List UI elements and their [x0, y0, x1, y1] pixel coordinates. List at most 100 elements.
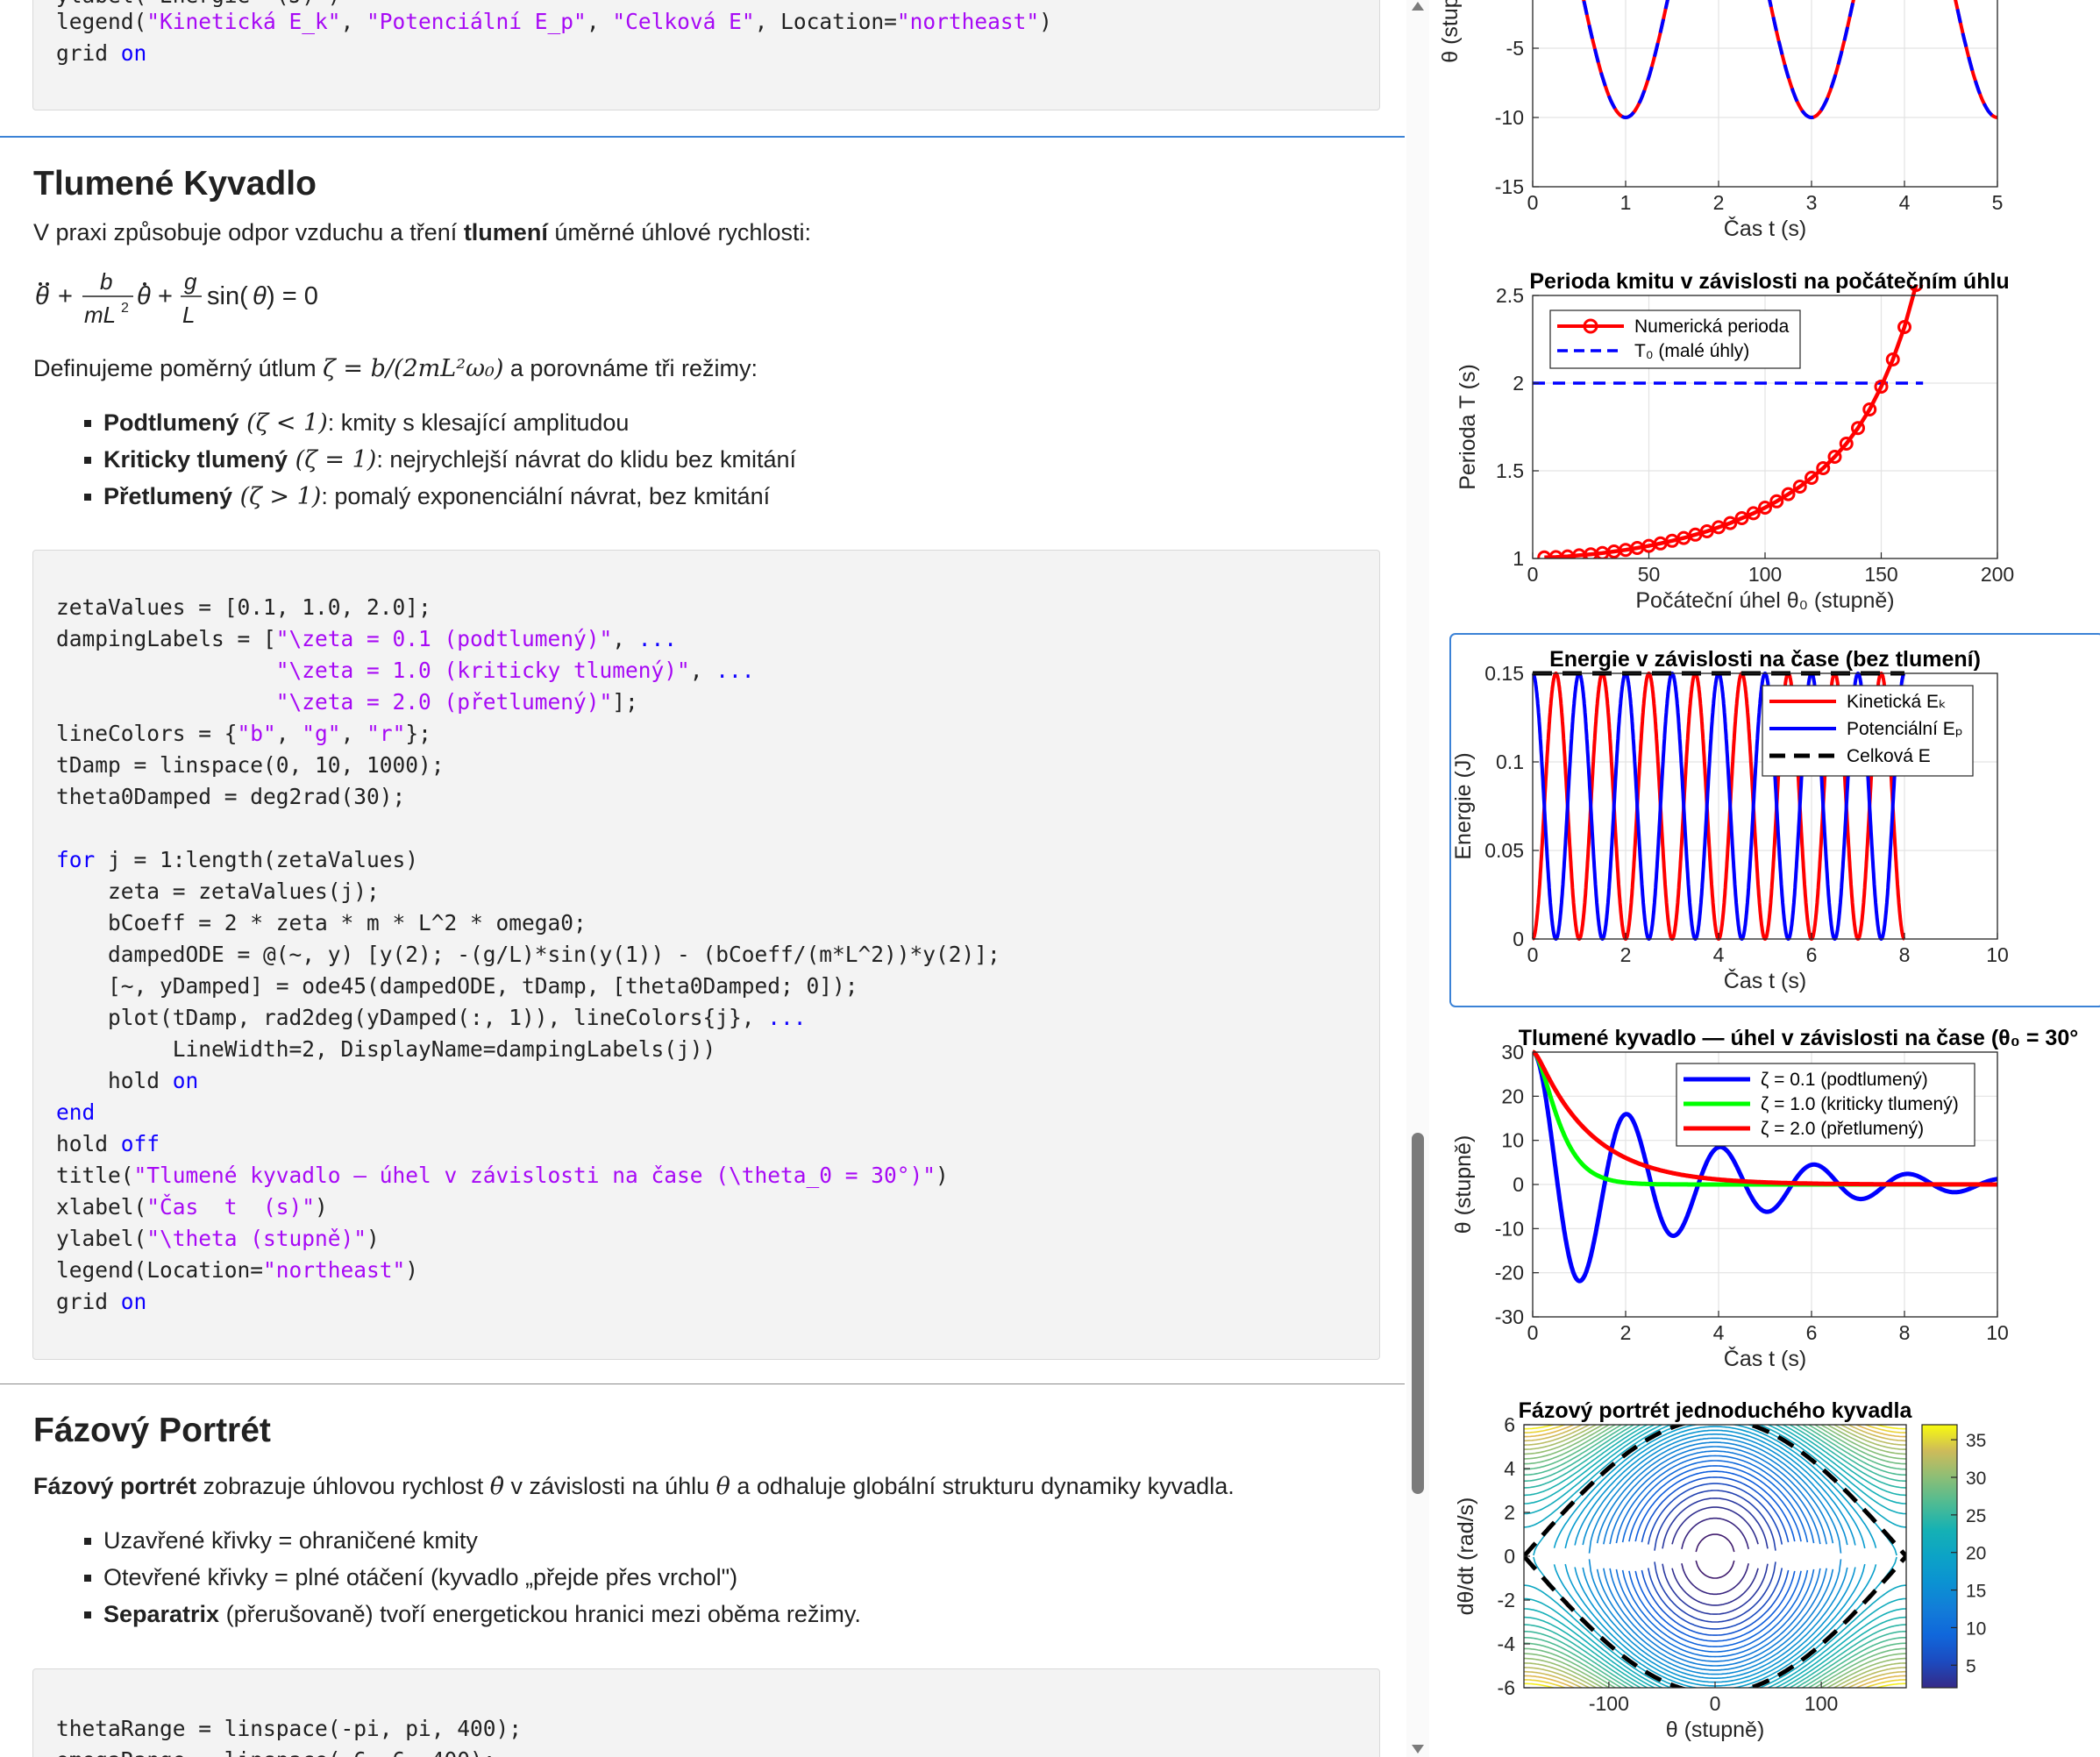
scroll-up-arrow-icon	[1412, 2, 1424, 11]
legend-label: ζ = 2.0 (přetlumený)	[1761, 1119, 1924, 1139]
code-line: plot(tDamp, rad2deg(yDamped(:, 1)), line…	[56, 1005, 807, 1030]
code-string: "northeast"	[263, 1257, 406, 1283]
code-line: bCoeff = 2 * zeta * m * L^2 * omega0;	[56, 910, 587, 935]
legend-label: Numerická perioda	[1634, 317, 1790, 337]
definition-text: Definujeme poměrný útlum	[33, 355, 324, 381]
bullet-overdamped: Přetlumený (ζ > 1): pomalý exponenciální…	[83, 483, 770, 510]
x-tick-label: 8	[1899, 1321, 1911, 1344]
code-line: tDamp = linspace(0, 10, 1000);	[56, 752, 445, 778]
y-tick-label: -20	[1495, 1262, 1524, 1284]
y-tick-label: -5	[1506, 37, 1524, 60]
code-block-energy[interactable]: ylabel("Energie (J)") legend("Kinetická …	[32, 0, 1380, 110]
code-keyword: end	[56, 1099, 96, 1125]
x-tick-label: 2	[1620, 943, 1632, 966]
code-text: )	[1039, 9, 1052, 34]
bullet-bold: Separatrix	[103, 1601, 220, 1627]
svg-text:mL: mL	[84, 302, 116, 328]
x-tick-label: 10	[1986, 1321, 2009, 1344]
intro-text: zobrazuje úhlovou rychlost	[196, 1473, 490, 1499]
plot-area	[1533, 0, 1997, 187]
code-line: hold on	[56, 1068, 199, 1093]
damping-definition: Definujeme poměrný útlum ζ = b/(2mL²ω₀) …	[33, 355, 758, 382]
code-text: grid	[56, 40, 121, 66]
code-keyword: ...	[637, 626, 678, 651]
x-tick-label: 6	[1806, 1321, 1818, 1344]
legend-label: Celková E	[1847, 746, 1931, 766]
colorbar-tick-label: 30	[1966, 1469, 1986, 1489]
code-line: lineColors = {"b", "g", "r"};	[56, 721, 431, 746]
code-line: legend("Kinetická E_k", "Potenciální E_p…	[56, 6, 1052, 38]
colorbar	[1921, 1424, 1958, 1689]
y-tick-label: 6	[1504, 1413, 1515, 1436]
scrollbar-thumb[interactable]	[1412, 1133, 1424, 1494]
code-block-phase[interactable]: thetaRange = linspace(-pi, pi, 400); omeg…	[32, 1668, 1380, 1757]
bullet-closed-curves: Uzavřené křivky = ohraničené kmity	[84, 1527, 478, 1554]
y-tick-label: 10	[1501, 1129, 1524, 1152]
definition-math: ζ = b/(2mL²ω₀)	[323, 355, 504, 382]
figure-energy-plot[interactable]: 0 2 4 6 8 10 0 0.05 0.1 0.15 Čas t (s) Energie (J) E…	[1431, 631, 2100, 1008]
y-tick-label: -2	[1498, 1589, 1515, 1611]
y-tick-label: -30	[1495, 1305, 1524, 1328]
figure-period-plot[interactable]: 0 50 100 150 200 1 1.5 2 2.5 Počáteční úhel θ₀ (s…	[1431, 263, 2100, 622]
equation-svg: θ + b mL 2 θ + g L sin( θ ) = 0	[35, 268, 318, 328]
colorbar-tick-label: 5	[1966, 1656, 1976, 1676]
code-line: hold off	[56, 1131, 160, 1156]
code-keyword: off	[120, 1131, 160, 1156]
code-string: "Celková E"	[612, 9, 755, 34]
figure-sine-plot[interactable]: 012345-15-10-50Čas t (s)θ (stupně)	[1431, 0, 2100, 254]
intro-math: θ̇	[489, 1473, 504, 1500]
code-string: "r"	[367, 721, 406, 746]
colorbar-tick-label: 20	[1966, 1544, 1986, 1564]
x-tick-label: 1	[1620, 191, 1632, 214]
code-string: "\zeta = 2.0 (přetlumený)"	[275, 689, 613, 715]
x-axis-label: Čas t (s)	[1724, 1346, 1806, 1371]
code-line: [~, yDamped] = ode45(dampedODE, tDamp, […	[56, 973, 858, 999]
y-tick-label: 0	[1513, 1173, 1524, 1196]
code-string: "\zeta = 0.1 (podtlumený)"	[275, 626, 613, 651]
y-tick-label: -4	[1498, 1633, 1516, 1655]
x-tick-label: 100	[1805, 1692, 1838, 1715]
bullet-bold: Přetlumený	[103, 483, 233, 509]
code-keyword: on	[120, 40, 147, 66]
intro-math: θ	[715, 1473, 730, 1500]
code-text: ,	[586, 9, 613, 34]
legend-label: Kinetická Eₖ	[1847, 692, 1947, 712]
bullet-text: : kmity s klesající amplitudou	[327, 409, 630, 436]
figure-phase-portrait[interactable]: -100 0 100 -6 -4 -2 0 2 4 6 θ (stupně) dθ/dt (rad/s…	[1431, 1390, 2100, 1757]
bullet-text: (přerušovaně) tvoří energetickou hranici…	[219, 1601, 861, 1627]
bullet-bold: Podtlumený	[103, 409, 239, 436]
phase-intro: Fázový portrét zobrazuje úhlovou rychlos…	[33, 1473, 1235, 1500]
y-tick-label: 2.5	[1496, 284, 1524, 307]
bullet-separatrix: Separatrix (přerušovaně) tvoří energetic…	[84, 1601, 861, 1628]
chart-title: Fázový portrét jednoduchého kyvadla	[1519, 1398, 1913, 1423]
y-tick-label: 0	[1504, 1545, 1515, 1568]
svg-text:L: L	[182, 302, 195, 328]
code-block-damped[interactable]: zetaValues = [0.1, 1.0, 2.0]; dampingLabe…	[32, 550, 1380, 1360]
output-pane: 012345-15-10-50Čas t (s)θ (stupně) 05010…	[1431, 0, 2100, 1757]
code-keyword: ...	[715, 658, 755, 683]
figure-damped-plot[interactable]: 0 2 4 6 8 10-30-20-100102030Čas t (s)θ (stupn…	[1431, 1013, 2100, 1381]
definition-text: a porovnáme tři režimy:	[503, 355, 758, 381]
y-axis-label: θ (stupně)	[1438, 0, 1463, 63]
x-tick-label: 2	[1713, 191, 1725, 214]
code-line: xlabel("Čas t (s)")	[56, 1194, 328, 1220]
x-tick-label: 4	[1899, 191, 1911, 214]
x-tick-label: 4	[1713, 943, 1725, 966]
y-tick-label: -15	[1495, 175, 1524, 198]
code-string: "Kinetická E_k"	[146, 9, 341, 34]
intro-bold: tlumení	[463, 219, 548, 245]
code-line: end	[56, 1097, 95, 1128]
x-tick-label: 200	[1981, 563, 2014, 586]
y-tick-label: 0	[1513, 928, 1524, 950]
legend-label: ζ = 0.1 (podtlumený)	[1761, 1070, 1928, 1090]
y-tick-label: 20	[1501, 1085, 1524, 1107]
legend-label: Potenciální Eₚ	[1847, 719, 1963, 739]
code-line: legend(Location="northeast")	[56, 1257, 419, 1283]
x-tick-label: 0	[1527, 191, 1539, 214]
damped-intro: V praxi způsobuje odpor vzduchu a tření …	[33, 219, 811, 246]
bullet-text: Uzavřené křivky = ohraničené kmity	[103, 1527, 478, 1554]
code-line: title("Tlumené kyvadlo — úhel v závislos…	[56, 1163, 949, 1188]
svg-text:+: +	[158, 282, 173, 310]
code-text: legend(	[56, 9, 147, 34]
code-keyword: for	[56, 847, 96, 872]
